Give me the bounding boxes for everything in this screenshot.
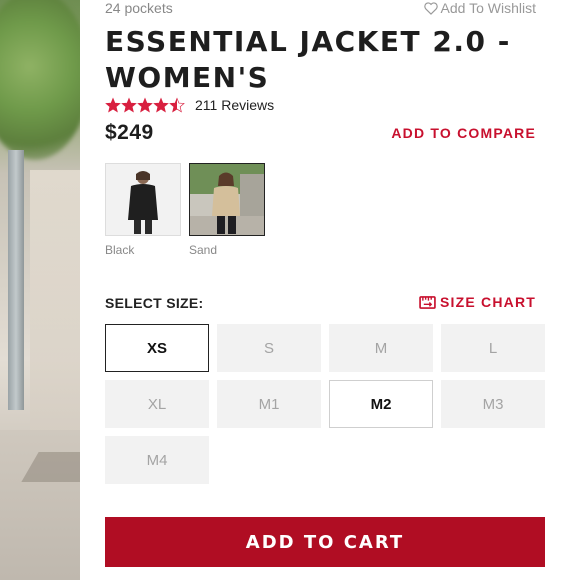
add-to-cart-button[interactable]: ADD TO CART xyxy=(105,517,545,567)
product-photo-background xyxy=(0,0,80,580)
wishlist-label: Add To Wishlist xyxy=(440,0,536,16)
product-rating[interactable]: 211 Reviews xyxy=(105,97,274,113)
star-icon xyxy=(153,97,169,113)
swatch-label: Sand xyxy=(189,243,218,257)
pockets-count: 24 pockets xyxy=(105,0,173,16)
select-size-heading: SELECT SIZE: xyxy=(105,295,204,311)
star-icon xyxy=(105,97,121,113)
photo-building xyxy=(30,170,80,440)
color-swatch-black[interactable]: Black xyxy=(105,163,181,257)
reviews-count-link[interactable]: 211 Reviews xyxy=(195,97,274,113)
size-options-grid: XS S M L XL M1 M2 M3 M4 xyxy=(105,324,545,484)
color-swatches: Black Sand xyxy=(105,163,265,257)
size-option[interactable]: M3 xyxy=(441,380,545,428)
star-rating xyxy=(105,97,185,113)
size-option[interactable]: L xyxy=(441,324,545,372)
size-option[interactable]: XS xyxy=(105,324,209,372)
size-option[interactable]: S xyxy=(217,324,321,372)
color-swatch-sand[interactable]: Sand xyxy=(189,163,265,257)
size-chart-link[interactable]: SIZE CHART xyxy=(419,294,536,310)
size-option[interactable]: M4 xyxy=(105,436,209,484)
size-option[interactable]: M1 xyxy=(217,380,321,428)
ruler-icon xyxy=(419,295,436,309)
size-option[interactable]: XL xyxy=(105,380,209,428)
size-option[interactable]: M2 xyxy=(329,380,433,428)
star-icon xyxy=(137,97,153,113)
swatch-image-sand xyxy=(189,163,265,236)
product-price: $249 xyxy=(105,121,154,144)
product-details-panel: 24 pockets Add To Wishlist ESSENTIAL JAC… xyxy=(80,0,580,580)
add-to-compare-link[interactable]: ADD TO COMPARE xyxy=(391,125,536,141)
heart-outline-icon xyxy=(423,1,438,15)
add-to-wishlist-link[interactable]: Add To Wishlist xyxy=(423,0,536,16)
photo-tree xyxy=(0,0,80,160)
size-chart-label: SIZE CHART xyxy=(440,294,536,310)
star-icon xyxy=(121,97,137,113)
size-option[interactable]: M xyxy=(329,324,433,372)
swatch-image-black xyxy=(105,163,181,236)
product-title: ESSENTIAL JACKET 2.0 - WOMEN'S xyxy=(105,25,511,94)
photo-pole xyxy=(8,150,24,410)
star-icon xyxy=(169,97,185,113)
swatch-label: Black xyxy=(105,243,135,257)
